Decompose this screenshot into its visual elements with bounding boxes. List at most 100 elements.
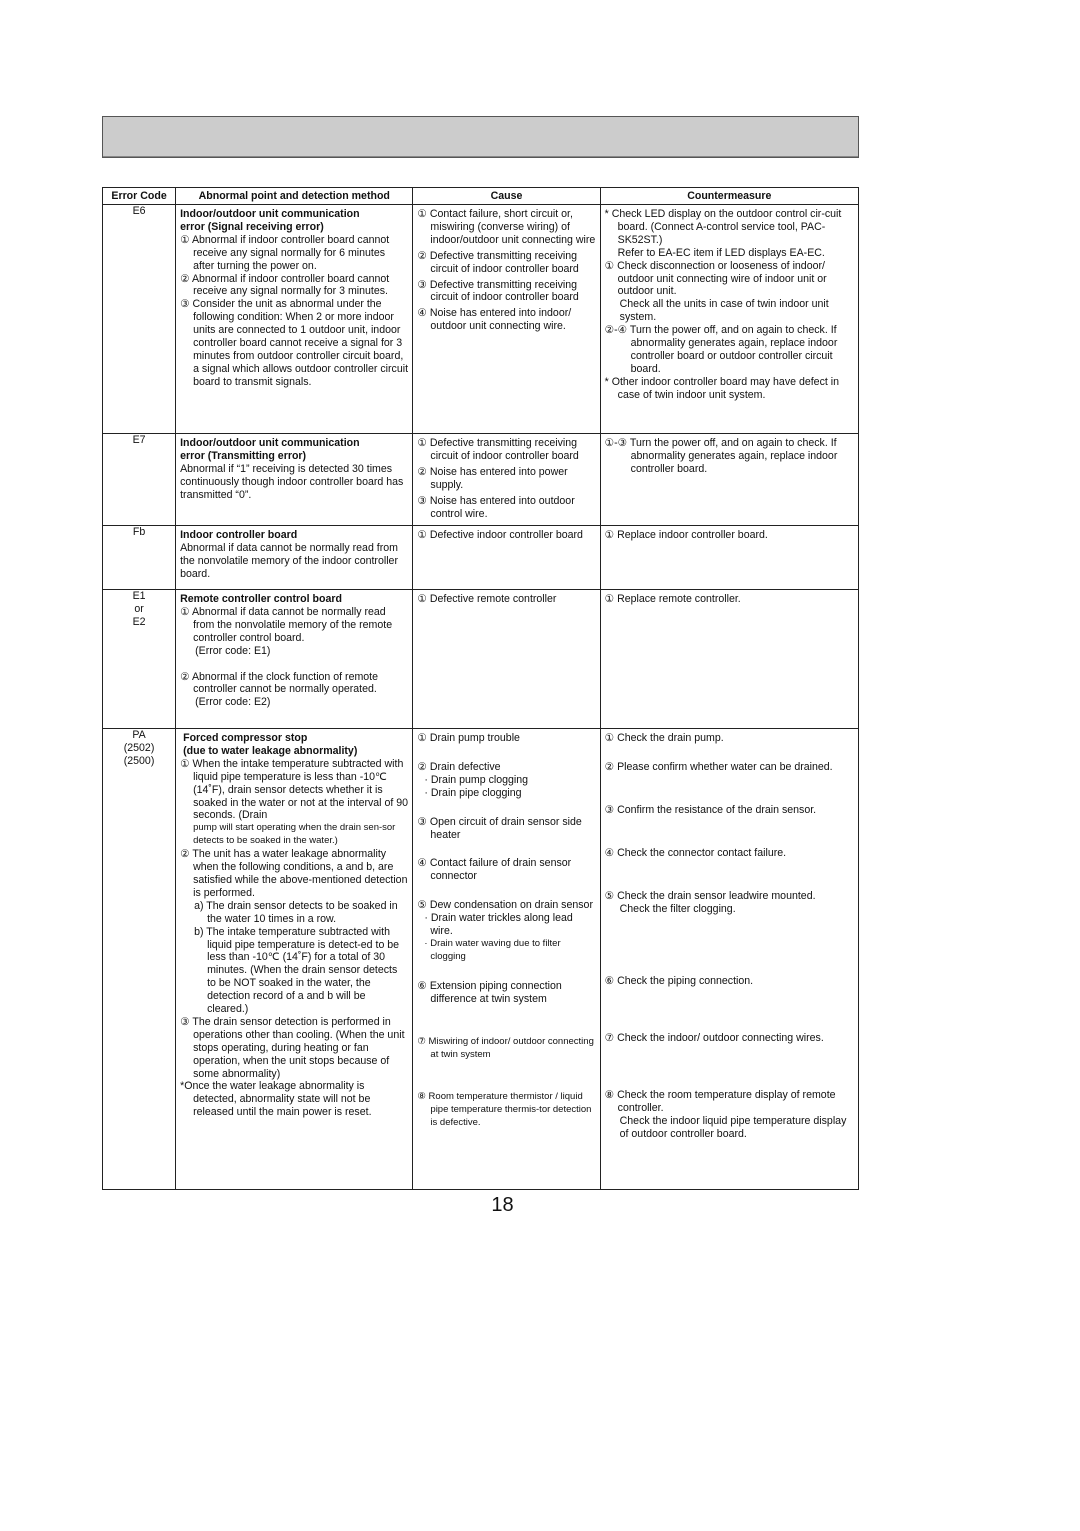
- countermeasure-line: ③ Confirm the resistance of the drain se…: [604, 803, 817, 816]
- abnormal-title: (due to water leakage abnormality): [183, 744, 358, 757]
- cause-line: ⑥ Extension piping connection difference…: [417, 979, 562, 1005]
- cause-line: ② Noise has entered into power supply.: [417, 465, 568, 491]
- abnormal-cell: Indoor/outdoor unit communication error …: [175, 433, 414, 526]
- cause-cell: ① Defective remote controller: [412, 589, 601, 729]
- abnormal-line: (Error code: E1): [195, 644, 271, 657]
- abnormal-title: Indoor controller board: [180, 529, 298, 541]
- countermeasure-line: Check the filter clogging.: [619, 902, 736, 915]
- error-code-detail: (2500): [123, 754, 155, 767]
- countermeasure-line: Refer to EA-EC item if LED displays EA-E…: [617, 246, 825, 259]
- error-code-cell: PA (2502) (2500): [101, 728, 177, 1190]
- cause-line: ③ Open circuit of drain sensor side heat…: [417, 815, 582, 841]
- error-code-cell: Fb: [101, 525, 177, 590]
- countermeasure-line: * Other indoor controller board may have…: [604, 375, 840, 401]
- error-code-cell: E1 or E2: [101, 589, 177, 729]
- abnormal-line: *Once the water leakage abnormality is d…: [180, 1080, 372, 1119]
- countermeasure-line: ② Please confirm whether water can be dr…: [604, 760, 833, 773]
- countermeasure-line: ④ Check the connector contact failure.: [604, 846, 787, 859]
- page-number-text: 18: [491, 1194, 514, 1216]
- abnormal-title: Remote controller control board: [180, 593, 342, 605]
- table-header-row: Error Code Abnormal point and detection …: [101, 187, 860, 205]
- cause-cell: ① Defective transmitting receiving circu…: [412, 433, 601, 526]
- cause-line: ① Defective remote controller: [417, 593, 557, 605]
- countermeasure-line: ① Check the drain pump.: [604, 732, 724, 744]
- countermeasure-line: ⑧ Check the room temperature display of …: [604, 1089, 836, 1115]
- abnormal-cell: Forced compressor stop (due to water lea…: [175, 728, 414, 1190]
- table-row-e6: E6 Indoor/outdoor unit communication err…: [101, 204, 860, 434]
- table-row-pa: PA (2502) (2500) Forced compressor stop …: [101, 728, 860, 1190]
- cause-line: ⑤ Dew condensation on drain sensor: [417, 899, 593, 912]
- table-row-fb: Fb Indoor controller board Abnormal if d…: [101, 525, 860, 590]
- error-code-cell: E7: [101, 433, 177, 526]
- section-title-banner: [102, 116, 859, 158]
- table-row-e1-e2: E1 or E2 Remote controller control board…: [101, 589, 860, 729]
- countermeasure-cell: ① Replace remote controller.: [599, 589, 860, 729]
- error-code: E7: [132, 434, 146, 446]
- cause-line: ④ Contact failure of drain sensor connec…: [417, 857, 572, 883]
- countermeasure-line: Check the indoor liquid pipe temperature…: [619, 1115, 847, 1140]
- error-code-or: or: [134, 602, 144, 615]
- error-code-cell: E6: [101, 204, 177, 434]
- countermeasure-cell: * Check LED display on the outdoor contr…: [599, 204, 860, 434]
- abnormal-line: Abnormal if data cannot be normally read…: [180, 541, 398, 580]
- countermeasure-line: ⑤ Check the drain sensor leadwire mounte…: [604, 889, 816, 902]
- countermeasure-line: ②-④ Turn the power off, and on again to …: [604, 324, 838, 375]
- abnormal-line: b) The intake temperature subtracted wit…: [194, 925, 400, 1016]
- cause-line: ② Drain defective: [417, 760, 501, 773]
- error-code: E2: [132, 615, 146, 628]
- error-code-detail: (2502): [123, 741, 155, 754]
- error-code: E6: [132, 205, 146, 217]
- cause-subline: · Drain water trickles along lead wire.: [424, 912, 573, 938]
- abnormal-title: Indoor/outdoor unit communication: [180, 437, 360, 449]
- countermeasure-cell: ①-③ Turn the power off, and on again to …: [599, 433, 860, 526]
- countermeasure-line: ① Replace indoor controller board.: [604, 529, 768, 541]
- error-code: PA: [132, 729, 146, 741]
- abnormal-line: ③ The drain sensor detection is performe…: [180, 1015, 405, 1080]
- abnormal-line: ① Abnormal if indoor controller board ca…: [180, 233, 390, 272]
- table-row-e7: E7 Indoor/outdoor unit communication err…: [101, 433, 860, 526]
- abnormal-line: pump will start operating when the drain…: [193, 822, 396, 847]
- page-number: 18: [0, 1194, 1005, 1217]
- cause-cell: ① Contact failure, short circuit or, mis…: [412, 204, 601, 434]
- cause-subline: · Drain water waving due to filter clogg…: [424, 937, 561, 962]
- cause-subline: · Drain pipe clogging: [424, 786, 522, 799]
- countermeasure-cell: ① Check the drain pump. ② Please confirm…: [599, 728, 860, 1190]
- countermeasure-line: ⑦ Check the indoor/ outdoor connecting w…: [604, 1032, 824, 1045]
- countermeasure-line: ① Check disconnection or looseness of in…: [604, 259, 827, 298]
- abnormal-line: a) The drain sensor detects to be soaked…: [194, 899, 398, 925]
- cause-cell: ① Defective indoor controller board: [412, 525, 601, 590]
- abnormal-line: ① Abnormal if data cannot be normally re…: [180, 605, 393, 644]
- cause-line: ① Defective indoor controller board: [417, 529, 583, 541]
- abnormal-line: ① When the intake temperature subtracted…: [180, 757, 409, 822]
- header-abnormal-point: Abnormal point and detection method: [175, 187, 414, 205]
- countermeasure-cell: ① Replace indoor controller board.: [599, 525, 860, 590]
- countermeasure-line: ① Replace remote controller.: [604, 593, 741, 605]
- abnormal-title: Indoor/outdoor unit communication: [180, 208, 360, 220]
- abnormal-line: Abnormal if “1” receiving is detected 30…: [180, 462, 404, 501]
- abnormal-line: (Error code: E2): [195, 696, 271, 709]
- countermeasure-line: ①-③ Turn the power off, and on again to …: [604, 437, 838, 475]
- abnormal-cell: Indoor controller board Abnormal if data…: [175, 525, 414, 590]
- abnormal-cell: Remote controller control board ① Abnorm…: [175, 589, 414, 729]
- cause-line: ① Drain pump trouble: [417, 732, 520, 744]
- cause-subline: · Drain pump clogging: [424, 773, 529, 786]
- error-code: E1: [132, 590, 146, 602]
- abnormal-line: ② Abnormal if the clock function of remo…: [180, 670, 379, 696]
- abnormal-line: ② Abnormal if indoor controller board ca…: [180, 272, 390, 298]
- abnormal-title: error (Signal receiving error): [180, 220, 324, 233]
- error-code-table: Error Code Abnormal point and detection …: [101, 187, 860, 1190]
- cause-line: ③ Noise has entered into outdoor control…: [417, 494, 575, 520]
- header-cause: Cause: [412, 187, 601, 205]
- error-code: Fb: [132, 526, 146, 538]
- cause-line: ① Contact failure, short circuit or, mis…: [417, 208, 596, 246]
- cause-line: ④ Noise has entered into indoor/ outdoor…: [417, 307, 572, 333]
- countermeasure-line: ⑥ Check the piping connection.: [604, 975, 754, 988]
- abnormal-title: Forced compressor stop: [183, 732, 308, 744]
- abnormal-line: ② The unit has a water leakage abnormali…: [180, 848, 408, 899]
- abnormal-title: error (Transmitting error): [180, 449, 307, 462]
- countermeasure-line: Check all the units in case of twin indo…: [619, 298, 829, 324]
- cause-cell: ① Drain pump trouble ② Drain defective ·…: [412, 728, 601, 1190]
- abnormal-cell: Indoor/outdoor unit communication error …: [175, 204, 414, 434]
- countermeasure-line: * Check LED display on the outdoor contr…: [604, 208, 842, 246]
- cause-line: ⑦ Miswiring of indoor/ outdoor connectin…: [417, 1035, 594, 1060]
